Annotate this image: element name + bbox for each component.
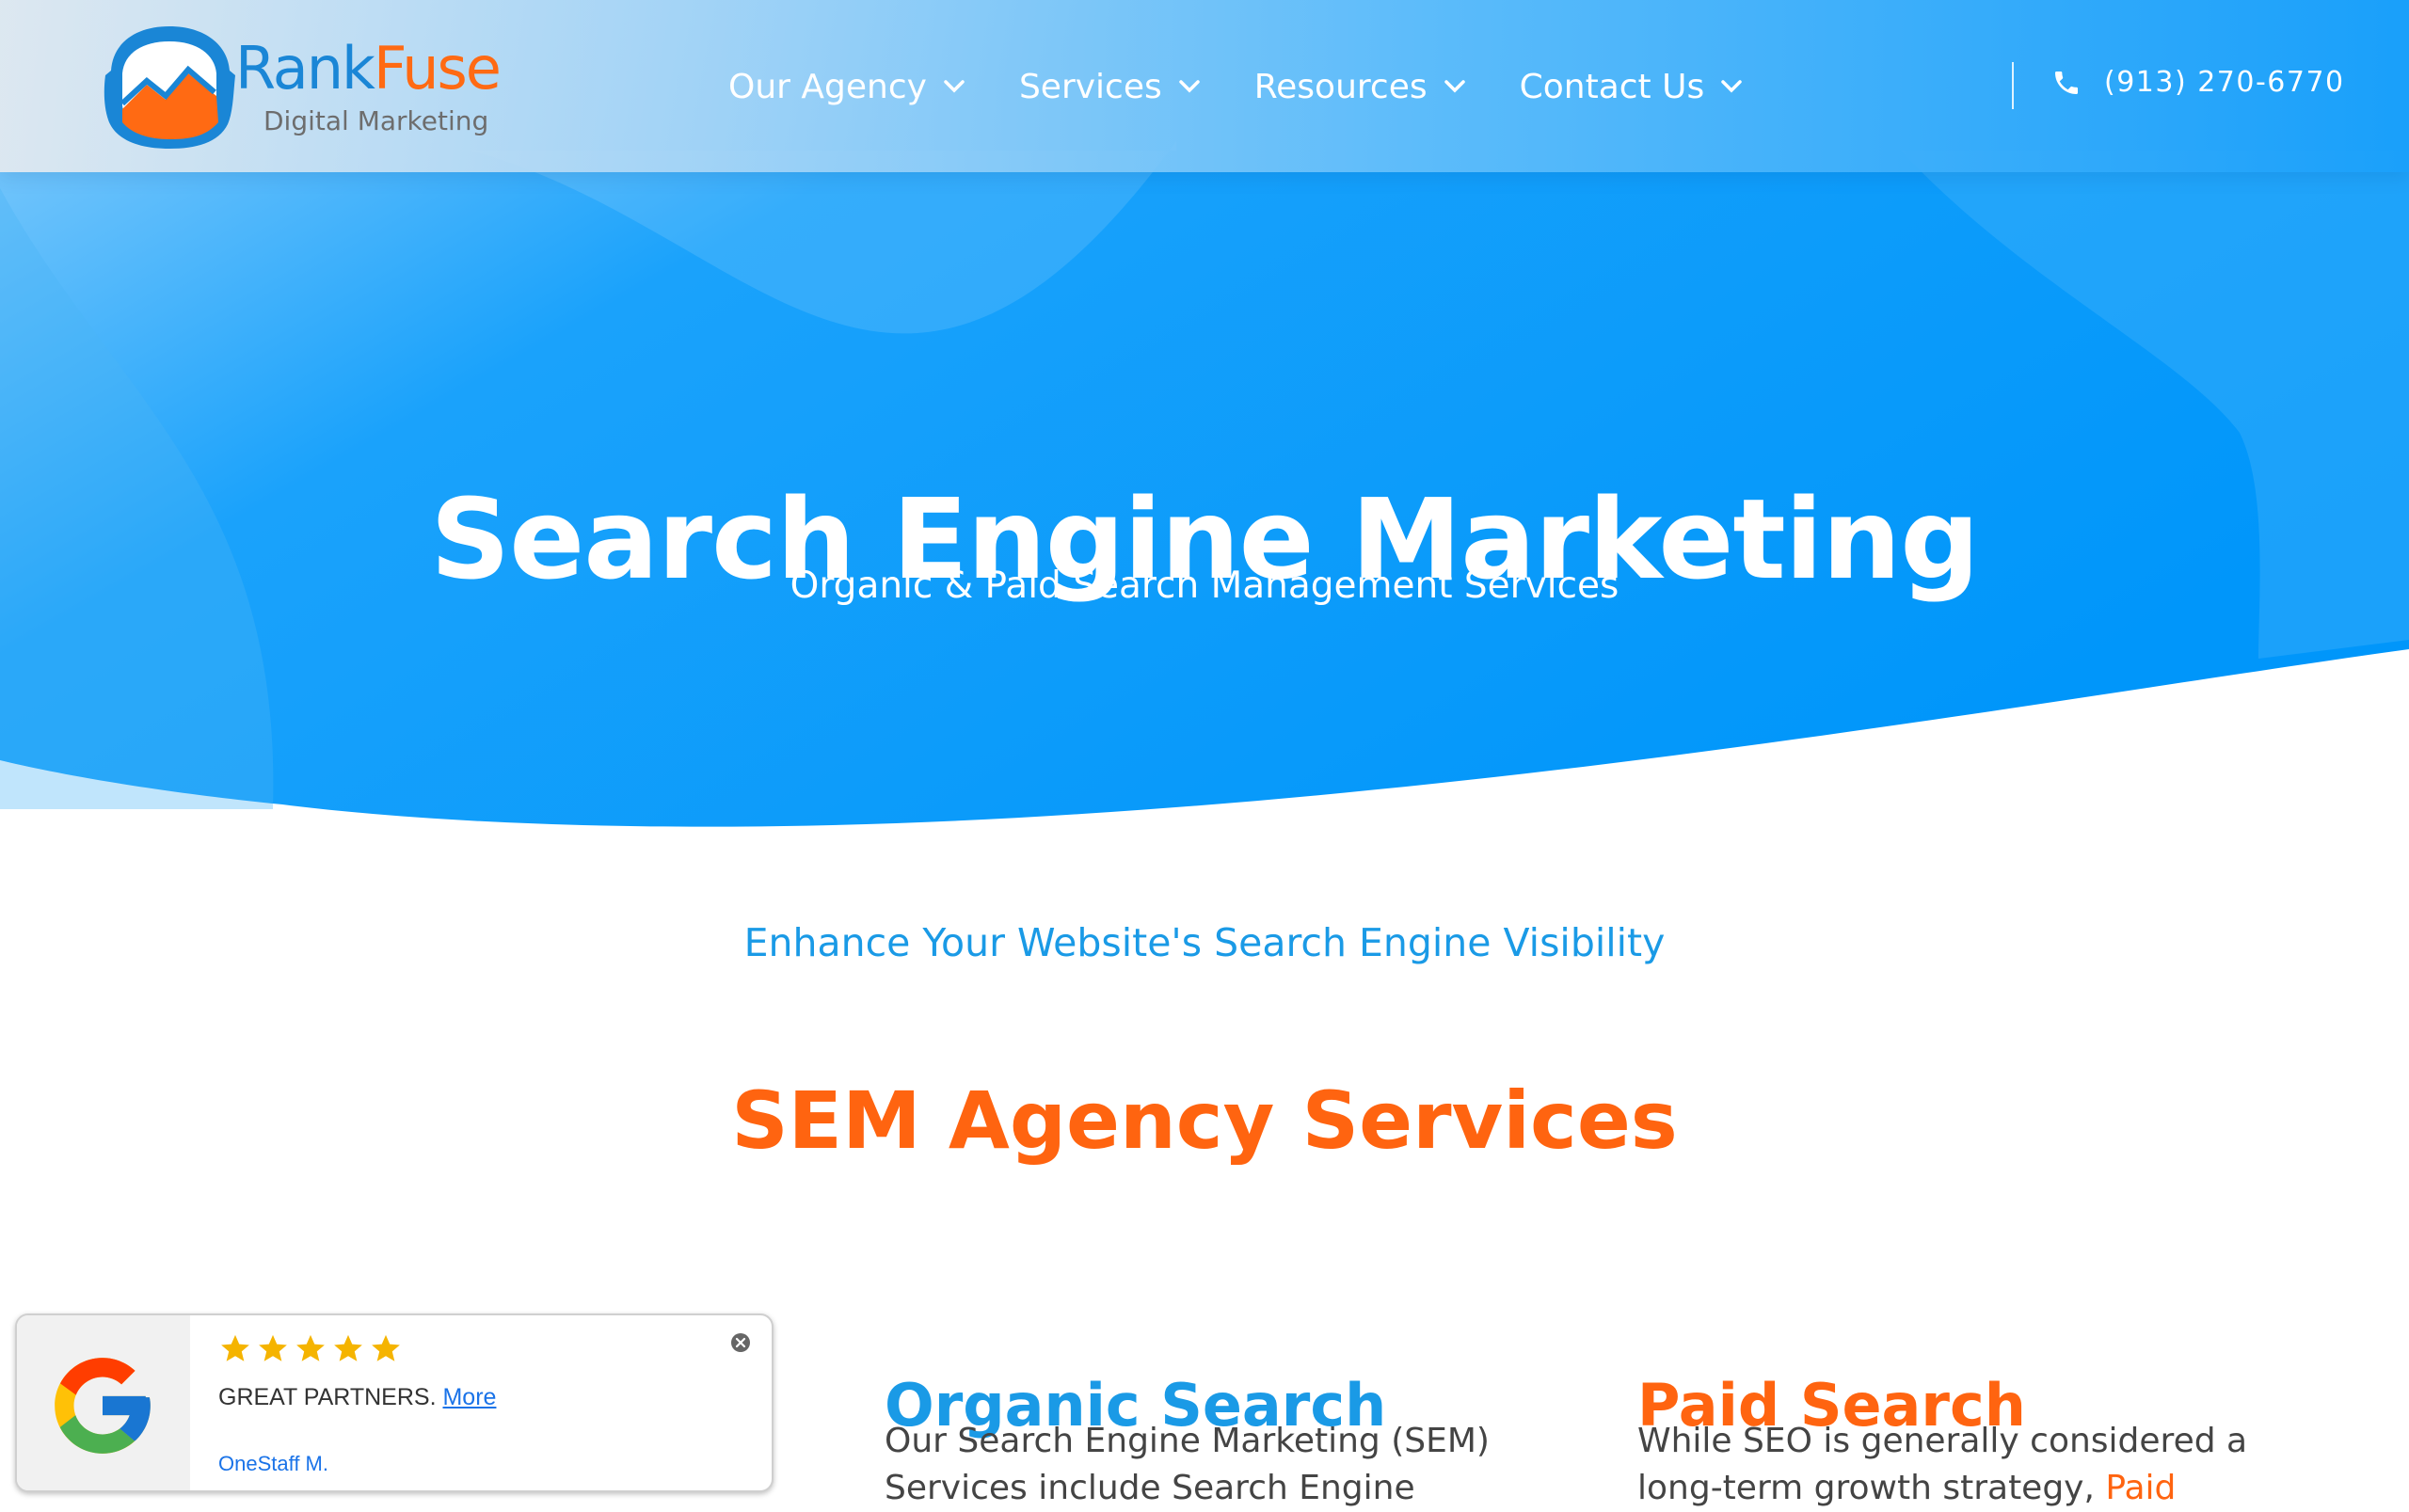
organic-search-text: Our Search Engine Marketing (SEM) Servic… xyxy=(885,1418,1543,1512)
nav-item-label: Services xyxy=(1018,67,1162,106)
star-icon xyxy=(334,1334,362,1361)
chevron-down-icon xyxy=(1179,80,1200,93)
paid-text-line: While SEO is generally considered a xyxy=(1637,1422,2248,1460)
nav-item-resources[interactable]: Resources xyxy=(1254,68,1465,106)
nav-item-label: Our Agency xyxy=(728,67,927,106)
header-divider xyxy=(2012,62,2014,109)
phone-number: (913) 270-6770 xyxy=(2104,66,2345,99)
hero-subtitle: Organic & Paid Search Management Service… xyxy=(790,565,1619,607)
logo-mark-icon xyxy=(104,26,235,149)
rankfuse-logo[interactable]: RankFuse Digital Marketing xyxy=(94,19,502,151)
chevron-down-icon xyxy=(1444,80,1465,93)
review-logo-panel xyxy=(17,1315,190,1490)
logo-word-rank: Rank xyxy=(235,34,375,103)
organic-text-line: Our Search Engine Marketing (SEM) xyxy=(885,1422,1490,1460)
nav-item-services[interactable]: Services xyxy=(1019,68,1200,106)
review-author[interactable]: OneStaff M. xyxy=(218,1452,328,1476)
star-icon xyxy=(259,1334,287,1361)
star-icon xyxy=(372,1334,400,1361)
google-review-widget[interactable]: GREAT PARTNERS. More OneStaff M. xyxy=(15,1313,774,1492)
phone-link[interactable]: (913) 270-6770 xyxy=(2051,66,2345,99)
star-icon xyxy=(221,1334,249,1361)
chevron-down-icon xyxy=(1721,80,1742,93)
chevron-down-icon xyxy=(944,80,965,93)
nav-item-label: Resources xyxy=(1253,67,1428,106)
section-title: SEM Agency Services xyxy=(731,1074,1678,1167)
phone-icon xyxy=(2055,71,2078,94)
paid-text-prefix: long-term growth strategy, xyxy=(1637,1469,2095,1507)
review-quote: GREAT PARTNERS. xyxy=(218,1384,437,1410)
section-kicker: Enhance Your Website's Search Engine Vis… xyxy=(743,920,1666,965)
main-nav: Our Agency Services Resources Contact Us xyxy=(728,58,1796,115)
review-more-link[interactable]: More xyxy=(442,1384,496,1410)
google-g-icon xyxy=(55,1358,151,1454)
logo-wordmark: RankFuse xyxy=(235,40,502,98)
logo-tagline: Digital Marketing xyxy=(263,105,489,136)
close-icon[interactable] xyxy=(730,1332,751,1353)
star-rating xyxy=(218,1332,407,1364)
star-icon xyxy=(296,1334,325,1361)
paid-search-text: While SEO is generally considered a long… xyxy=(1637,1418,2296,1512)
nav-item-contact-us[interactable]: Contact Us xyxy=(1520,68,1743,106)
nav-item-our-agency[interactable]: Our Agency xyxy=(728,68,965,106)
nav-item-label: Contact Us xyxy=(1519,67,1705,106)
review-text: GREAT PARTNERS. More xyxy=(218,1384,496,1411)
paid-search-link[interactable]: Paid xyxy=(2105,1469,2176,1507)
logo-word-fuse: Fuse xyxy=(373,34,502,103)
site-header: RankFuse Digital Marketing Our Agency Se… xyxy=(0,0,2409,172)
